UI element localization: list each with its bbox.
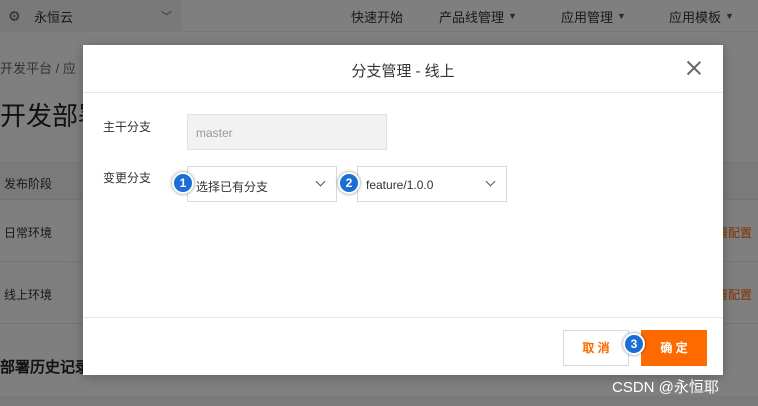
branch-mode-select[interactable]: 选择已有分支 <box>187 166 337 202</box>
change-branch-label: 变更分支 <box>103 171 152 185</box>
annotation-marker-2: 2 <box>338 172 360 194</box>
watermark: CSDN @永恒耶 <box>612 379 719 396</box>
confirm-button[interactable]: 确 定 <box>641 330 707 366</box>
chevron-down-icon <box>315 176 326 187</box>
cancel-button[interactable]: 取 消 <box>563 330 629 366</box>
dialog-title: 分支管理 - 线上 <box>351 63 455 80</box>
branch-name-value: feature/1.0.0 <box>366 178 434 192</box>
dialog-header: 分支管理 - 线上 <box>83 45 723 93</box>
annotation-marker-1: 1 <box>172 172 194 194</box>
trunk-branch-field: master <box>187 114 387 150</box>
branch-mode-value: 选择已有分支 <box>196 180 269 194</box>
chevron-down-icon <box>485 176 496 187</box>
trunk-branch-label: 主干分支 <box>103 120 152 134</box>
close-icon[interactable] <box>685 59 703 77</box>
annotation-marker-3: 3 <box>623 333 645 355</box>
branch-management-dialog: 分支管理 - 线上 主干分支 master 变更分支 选择已有分支 featur… <box>83 45 723 375</box>
branch-name-select[interactable]: feature/1.0.0 <box>357 166 507 202</box>
